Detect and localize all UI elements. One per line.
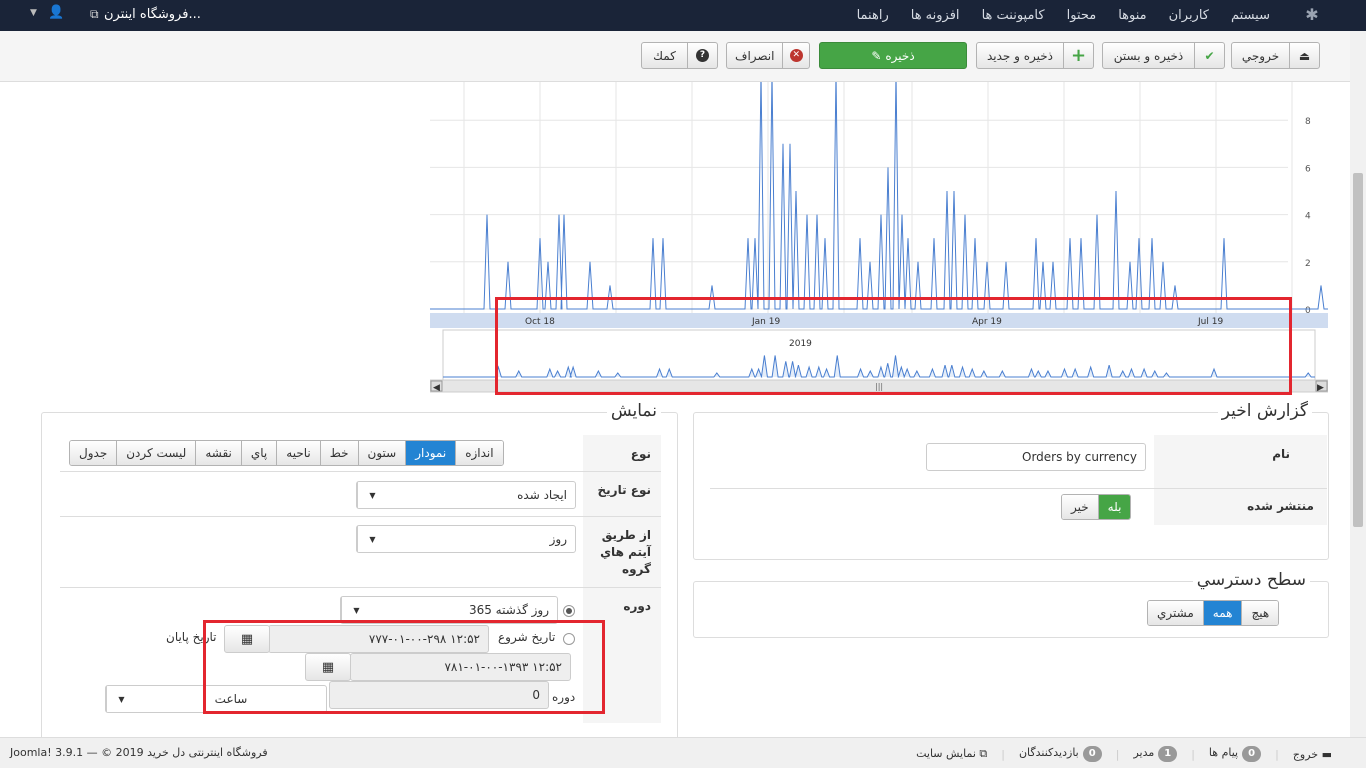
chevron-down-icon: ▼ xyxy=(357,482,387,508)
minus-icon: ▬ xyxy=(1318,747,1332,761)
menu-users[interactable]: كاربران xyxy=(1169,8,1209,23)
recent-report-legend: گزارش اخير xyxy=(1217,401,1312,421)
row-divider xyxy=(60,471,661,472)
type-chart-button[interactable]: نمودار xyxy=(405,441,456,465)
menu-help[interactable]: راهنما xyxy=(857,8,889,23)
display-legend: نمايش xyxy=(606,401,661,421)
group-by-label: از طريق آيتم هاي گروه xyxy=(600,528,651,576)
site-name-link[interactable]: فروشگاه اینترن... xyxy=(104,7,201,22)
row-divider xyxy=(60,516,661,517)
chart-type-selector[interactable]: جدول ليست كردن نقشه پاي ناحيه خط ستون نم… xyxy=(69,440,504,466)
period-label: دوره xyxy=(623,599,651,613)
y-tick-label: 2 xyxy=(1305,259,1311,269)
type-map-button[interactable]: نقشه xyxy=(195,441,241,465)
chevron-down-icon: ▼ xyxy=(106,686,136,712)
name-input[interactable]: Orders by currency xyxy=(926,443,1146,471)
group-by-select[interactable]: ▼ روز xyxy=(356,525,576,553)
published-yes-button[interactable]: بله xyxy=(1097,495,1131,519)
menu-extensions[interactable]: افزونه ها xyxy=(911,8,960,23)
messages-badge: 0 xyxy=(1242,746,1262,762)
date-type-label: نوع تاريخ xyxy=(597,483,651,497)
external-link-icon[interactable]: ⧉ xyxy=(90,7,99,22)
user-icon[interactable]: 👤 xyxy=(48,5,64,20)
type-column-button[interactable]: ستون xyxy=(357,441,406,465)
user-dropdown-icon[interactable]: ▼ xyxy=(30,8,37,18)
type-pie-button[interactable]: پاي xyxy=(240,441,277,465)
highlight-box-navigator xyxy=(495,297,1292,395)
scroll-right-icon: ▶ xyxy=(1317,383,1324,393)
admin-badge: 1 xyxy=(1158,746,1178,762)
logout-link[interactable]: ▬ خروج xyxy=(1293,748,1332,761)
access-customer-button[interactable]: مشتري xyxy=(1148,601,1203,625)
visitors-badge: 0 xyxy=(1082,746,1102,762)
access-panel: سطح دسترسي مشتري همه هيچ xyxy=(693,570,1329,638)
check-icon: ✔ xyxy=(1194,43,1224,68)
visitors-status: 0بازديدكنندگان xyxy=(1019,746,1102,762)
y-tick-label: 8 xyxy=(1305,117,1311,127)
top-navbar: ✱ سيستم كاربران منوها محتوا كامپوننت ها … xyxy=(0,0,1366,31)
type-area-button[interactable]: ناحيه xyxy=(276,441,320,465)
main-menu: سيستم كاربران منوها محتوا كامپوننت ها اف… xyxy=(857,0,1270,31)
page-scrollbar[interactable] xyxy=(1350,31,1366,737)
name-label-cell xyxy=(1154,435,1327,488)
export-icon: ⏏ xyxy=(1289,43,1319,68)
admin-status: 1مدير xyxy=(1133,746,1178,762)
cancel-button[interactable]: انصراف ✕ xyxy=(726,42,810,69)
published-label: منتشر شده xyxy=(1247,499,1314,513)
scroll-left-icon: ◀ xyxy=(433,383,440,393)
copyright-text: Joomla! 3.9.1 — © 2019 فروشگاه اينترنتى … xyxy=(10,746,268,759)
menu-system[interactable]: سيستم xyxy=(1231,8,1270,23)
access-all-button[interactable]: همه xyxy=(1202,601,1242,625)
highlight-box-date-range xyxy=(203,620,605,714)
published-no-button[interactable]: خير xyxy=(1062,495,1098,519)
menu-components[interactable]: كامپوننت ها xyxy=(982,8,1045,23)
menu-content[interactable]: محتوا xyxy=(1067,8,1097,23)
help-button[interactable]: كمك ? xyxy=(641,42,718,69)
export-button[interactable]: خروجي ⏏ xyxy=(1231,42,1320,69)
type-label: نوع xyxy=(630,447,651,461)
period-preset-radio[interactable] xyxy=(563,605,575,617)
type-size-button[interactable]: اندازه xyxy=(455,441,503,465)
edit-icon: ✎ xyxy=(871,48,882,63)
main-series-line xyxy=(430,82,1328,310)
published-toggle[interactable]: خير بله xyxy=(1061,494,1132,520)
row-divider xyxy=(60,587,661,588)
type-list-button[interactable]: ليست كردن xyxy=(116,441,196,465)
messages-status[interactable]: 0پيام ها xyxy=(1209,746,1262,762)
type-line-button[interactable]: خط xyxy=(319,441,358,465)
joomla-logo-icon[interactable]: ✱ xyxy=(1303,6,1321,24)
recent-report-panel: گزارش اخير نام Orders by currency منتشر … xyxy=(693,401,1329,560)
y-tick-label: 6 xyxy=(1305,164,1311,174)
plus-icon: + xyxy=(1063,43,1093,68)
access-none-button[interactable]: هيچ xyxy=(1241,601,1279,625)
menu-menus[interactable]: منوها xyxy=(1118,8,1146,23)
view-site-link[interactable]: ⧉ نمايش سايت xyxy=(916,747,987,761)
name-label: نام xyxy=(1272,447,1290,461)
chevron-down-icon: ▼ xyxy=(357,526,387,552)
cancel-icon: ✕ xyxy=(782,43,809,68)
save-new-button[interactable]: ذخيره و جديد + xyxy=(976,42,1094,69)
access-legend: سطح دسترسي xyxy=(1192,570,1310,590)
save-close-button[interactable]: ذخيره و بستن ✔ xyxy=(1102,42,1225,69)
save-button[interactable]: ✎ ذخيره xyxy=(819,42,967,69)
type-table-button[interactable]: جدول xyxy=(70,441,117,465)
scrollbar-thumb[interactable] xyxy=(1353,173,1363,527)
y-tick-label: 4 xyxy=(1305,212,1311,222)
help-icon: ? xyxy=(687,43,717,68)
date-type-select[interactable]: ▼ ايجاد شده xyxy=(356,481,576,509)
toolbar: خروجي ⏏ ذخيره و بستن ✔ ذخيره و جديد + ✎ … xyxy=(0,31,1350,82)
status-footer: ⧉ نمايش سايت | 0بازديدكنندگان | 1مدير | … xyxy=(0,737,1366,768)
access-toggle[interactable]: مشتري همه هيچ xyxy=(1147,600,1280,626)
